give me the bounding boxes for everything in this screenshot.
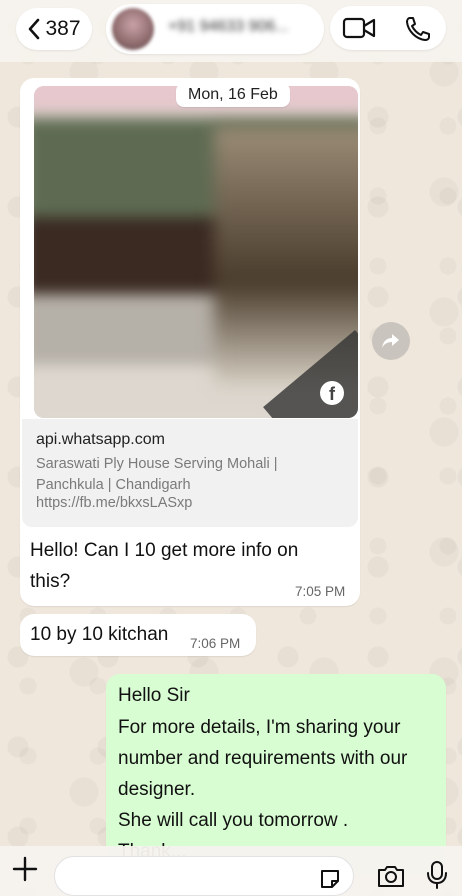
- back-button[interactable]: 387: [16, 8, 92, 50]
- contact-name: +91 94633 906...: [168, 18, 289, 35]
- outgoing-message-bubble[interactable]: Hello Sir For more details, I'm sharing …: [106, 674, 446, 874]
- sticker-icon[interactable]: [318, 867, 342, 891]
- microphone-icon[interactable]: [426, 860, 448, 890]
- video-call-icon[interactable]: [342, 16, 376, 40]
- message-text: this?: [30, 571, 71, 592]
- unread-count: 387: [45, 17, 81, 40]
- link-preview-meta[interactable]: api.whatsapp.com Saraswati Ply House Ser…: [22, 419, 358, 527]
- message-line: For more details, I'm sharing your: [118, 717, 401, 738]
- message-input[interactable]: [54, 856, 354, 896]
- forward-icon: [382, 334, 399, 348]
- message-text: Hello! Can I 10 get more info on: [30, 540, 299, 561]
- message-time: 7:06 PM: [190, 636, 241, 651]
- link-description: Saraswati Ply House Serving Mohali | Pan…: [36, 456, 278, 493]
- message-line: designer.: [118, 779, 196, 800]
- chevron-left-icon: [29, 18, 40, 40]
- message-bubble[interactable]: 10 by 10 kitchan 7:06 PM: [20, 614, 256, 656]
- phone-call-icon[interactable]: [404, 15, 432, 43]
- forward-button[interactable]: [372, 322, 410, 360]
- date-chip: Mon, 16 Feb: [176, 83, 290, 107]
- plus-icon[interactable]: [12, 856, 38, 882]
- link-domain: api.whatsapp.com: [36, 431, 165, 448]
- avatar: [112, 8, 154, 50]
- facebook-icon: f: [320, 381, 344, 405]
- message-line: number and requirements with our: [118, 748, 408, 769]
- camera-icon[interactable]: [376, 863, 406, 889]
- contact-info-button[interactable]: +91 94633 906...: [106, 4, 324, 54]
- message-line: She will call you tomorrow .: [118, 810, 349, 831]
- link-url: https://fb.me/bkxsLASxp: [36, 495, 193, 511]
- chat-header: 387 +91 94633 906...: [0, 0, 462, 62]
- message-time: 7:05 PM: [295, 584, 346, 599]
- link-preview-image[interactable]: f: [34, 86, 358, 418]
- message-text: 10 by 10 kitchan: [30, 624, 169, 645]
- call-actions: [330, 6, 446, 50]
- compose-bar: [0, 846, 462, 896]
- message-line: Hello Sir: [118, 685, 190, 706]
